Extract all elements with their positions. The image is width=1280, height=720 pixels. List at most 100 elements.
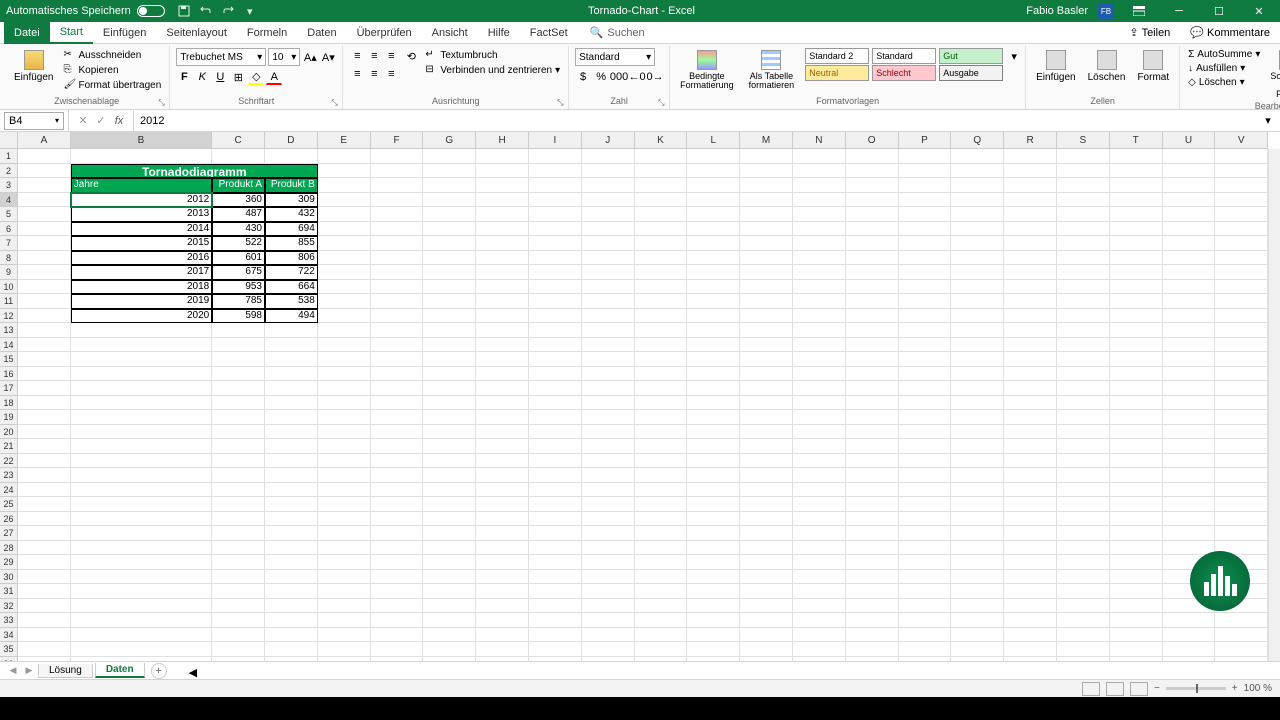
cell[interactable] (899, 352, 952, 367)
cell[interactable] (793, 526, 846, 541)
sort-filter-button[interactable]: Sortieren und Filtern (1266, 48, 1280, 101)
cell[interactable] (899, 570, 952, 585)
cell[interactable] (265, 497, 318, 512)
cell[interactable] (423, 526, 476, 541)
cell[interactable] (423, 352, 476, 367)
cell[interactable] (846, 454, 899, 469)
cell[interactable] (71, 454, 212, 469)
row-header[interactable]: 11 (0, 294, 18, 309)
cell[interactable] (846, 541, 899, 556)
column-header[interactable]: C (212, 132, 265, 149)
cell[interactable] (1215, 236, 1268, 251)
cell[interactable] (1215, 512, 1268, 527)
cell[interactable] (1110, 555, 1163, 570)
cell[interactable] (529, 265, 582, 280)
cell[interactable] (1163, 178, 1216, 193)
cell[interactable] (18, 265, 71, 280)
cell[interactable] (1215, 526, 1268, 541)
increase-decimal-button[interactable]: ←0 (629, 69, 645, 85)
cell[interactable] (951, 657, 1004, 662)
number-format-dropdown[interactable]: Standard▾ (575, 48, 655, 66)
cell[interactable] (635, 352, 688, 367)
cell[interactable] (740, 541, 793, 556)
cell[interactable] (846, 613, 899, 628)
cell[interactable] (318, 483, 371, 498)
cell[interactable] (687, 512, 740, 527)
borders-button[interactable]: ⊞ (230, 69, 246, 85)
cell[interactable] (18, 367, 71, 382)
cell[interactable] (582, 207, 635, 222)
cell[interactable] (1057, 512, 1110, 527)
cell[interactable] (1004, 265, 1057, 280)
cell[interactable] (846, 309, 899, 324)
cell[interactable] (582, 251, 635, 266)
cell[interactable] (423, 367, 476, 382)
cell[interactable] (212, 584, 265, 599)
cell[interactable] (423, 251, 476, 266)
cell[interactable] (793, 425, 846, 440)
cell[interactable] (318, 454, 371, 469)
cell[interactable] (1004, 613, 1057, 628)
cell[interactable] (635, 584, 688, 599)
percent-button[interactable]: % (593, 69, 609, 85)
cell[interactable] (1215, 251, 1268, 266)
alignment-launcher[interactable]: ⤡ (557, 98, 567, 108)
cell[interactable] (371, 381, 424, 396)
row-header[interactable]: 35 (0, 642, 18, 657)
page-break-view-button[interactable] (1130, 682, 1148, 696)
cell[interactable] (476, 280, 529, 295)
cell[interactable] (1004, 323, 1057, 338)
cell[interactable] (582, 541, 635, 556)
cell[interactable] (951, 410, 1004, 425)
cell[interactable] (318, 526, 371, 541)
cell[interactable] (371, 236, 424, 251)
cell[interactable] (476, 628, 529, 643)
tab-formulas[interactable]: Formeln (237, 22, 297, 44)
cell[interactable] (476, 367, 529, 382)
cell[interactable] (793, 512, 846, 527)
cell[interactable] (1004, 178, 1057, 193)
cell[interactable] (846, 425, 899, 440)
cell[interactable] (529, 497, 582, 512)
cell[interactable] (1057, 222, 1110, 237)
cell[interactable] (582, 570, 635, 585)
font-color-button[interactable]: A (266, 69, 282, 85)
cell[interactable] (423, 280, 476, 295)
cell[interactable] (212, 425, 265, 440)
cell[interactable] (529, 555, 582, 570)
cell[interactable] (423, 570, 476, 585)
cell[interactable] (1110, 396, 1163, 411)
cell[interactable] (212, 410, 265, 425)
cell[interactable] (1057, 280, 1110, 295)
tab-help[interactable]: Hilfe (478, 22, 520, 44)
cell[interactable] (740, 265, 793, 280)
cell[interactable] (71, 613, 212, 628)
comma-button[interactable]: 000 (611, 69, 627, 85)
cell[interactable] (423, 178, 476, 193)
cell[interactable]: Produkt B (265, 178, 318, 193)
cell[interactable] (18, 410, 71, 425)
cell[interactable] (740, 468, 793, 483)
cell[interactable] (951, 454, 1004, 469)
cell[interactable] (18, 439, 71, 454)
cell[interactable] (529, 352, 582, 367)
cell[interactable] (1110, 483, 1163, 498)
cell[interactable] (1110, 512, 1163, 527)
cell[interactable] (951, 193, 1004, 208)
cell[interactable] (1057, 236, 1110, 251)
table-title-cell[interactable]: Tornadodiagramm (71, 164, 318, 179)
cell[interactable] (687, 207, 740, 222)
cell[interactable] (740, 309, 793, 324)
cell[interactable] (582, 193, 635, 208)
cell[interactable] (476, 555, 529, 570)
cell[interactable] (635, 236, 688, 251)
cell[interactable] (793, 642, 846, 657)
cell[interactable] (18, 599, 71, 614)
cell[interactable] (371, 352, 424, 367)
cell[interactable] (1110, 497, 1163, 512)
cell[interactable] (951, 265, 1004, 280)
cell[interactable] (846, 570, 899, 585)
cell[interactable] (899, 526, 952, 541)
cell[interactable] (265, 410, 318, 425)
cell[interactable] (529, 657, 582, 662)
